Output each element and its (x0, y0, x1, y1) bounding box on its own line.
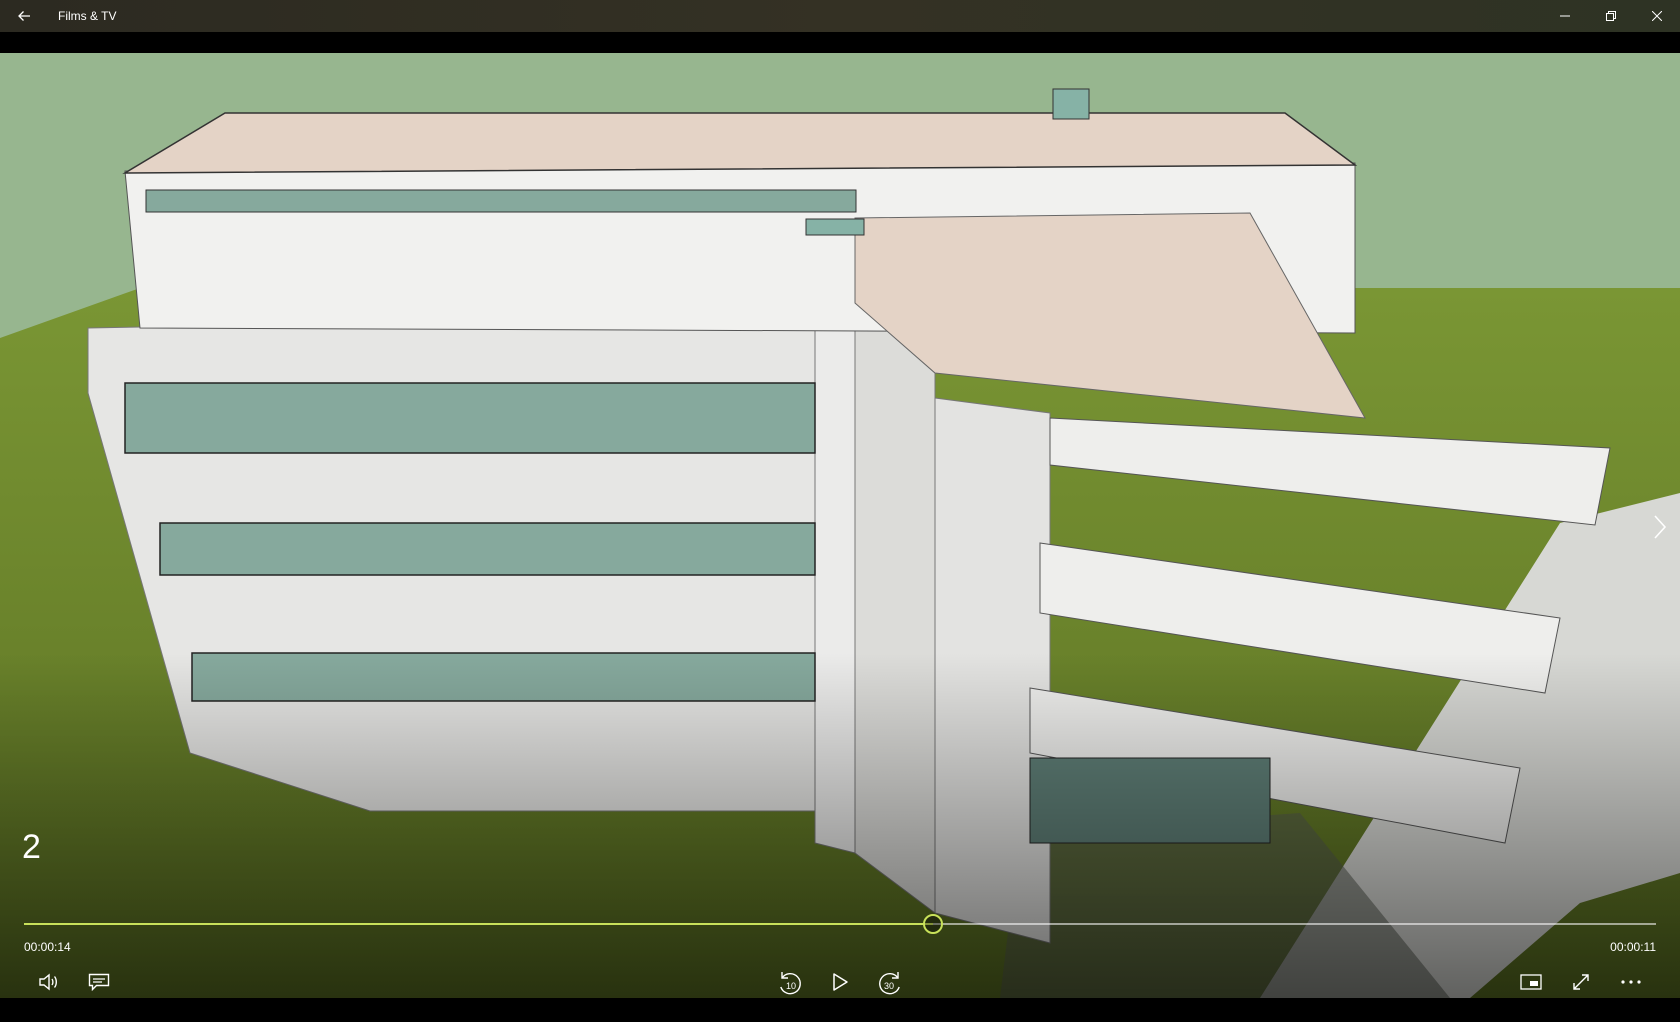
window-row-2 (159, 522, 816, 576)
close-button[interactable] (1634, 0, 1680, 32)
restore-icon (1606, 11, 1616, 21)
seek-bar[interactable] (24, 914, 1656, 934)
close-icon (1652, 11, 1662, 21)
skip-forward-30-icon: 30 (879, 972, 900, 995)
skip-forward-button[interactable]: 30 (872, 966, 908, 998)
more-icon (1621, 980, 1641, 984)
play-icon (833, 973, 848, 991)
volume-icon (39, 973, 57, 991)
letterbox-bottom (0, 998, 1680, 1022)
next-button[interactable] (1646, 505, 1674, 549)
skip-forward-label: 30 (884, 981, 894, 991)
back-arrow-icon (18, 11, 30, 21)
more-button[interactable] (1613, 966, 1649, 998)
minimize-button[interactable] (1542, 0, 1588, 32)
video-scene (0, 53, 1680, 998)
mini-view-button[interactable] (1513, 966, 1549, 998)
fullscreen-button[interactable] (1563, 966, 1599, 998)
video-bottom-shade (0, 653, 1680, 998)
captions-icon (88, 973, 110, 991)
mini-view-icon (1520, 974, 1542, 990)
roof-hatch (805, 218, 865, 236)
volume-button[interactable] (31, 966, 67, 998)
skip-back-10-icon: 10 (780, 972, 801, 995)
seek-bar-thumb[interactable] (923, 914, 944, 934)
roof-vent (1052, 88, 1090, 120)
roof-top (122, 112, 1358, 174)
play-button[interactable] (822, 966, 858, 998)
fullscreen-icon (1573, 974, 1589, 990)
back-button[interactable] (0, 0, 48, 32)
elapsed-time: 00:00:14 (24, 940, 71, 954)
letterbox-top (0, 32, 1680, 53)
restore-button[interactable] (1588, 0, 1634, 32)
captions-button[interactable] (81, 966, 117, 998)
window-controls (1542, 0, 1680, 32)
title-bar: Films & TV (0, 0, 1680, 32)
seek-bar-fill (24, 923, 934, 925)
minimize-icon (1560, 15, 1570, 17)
window-band-top (145, 189, 857, 213)
window-row-1 (124, 382, 816, 454)
remaining-time: 00:00:11 (1610, 940, 1656, 954)
skip-back-button[interactable]: 10 (772, 966, 808, 998)
video-frame[interactable] (0, 53, 1680, 998)
app-title: Films & TV (58, 9, 117, 23)
chapter-number: 2 (22, 828, 41, 866)
chevron-right-icon (1654, 515, 1667, 539)
skip-back-label: 10 (786, 981, 796, 991)
